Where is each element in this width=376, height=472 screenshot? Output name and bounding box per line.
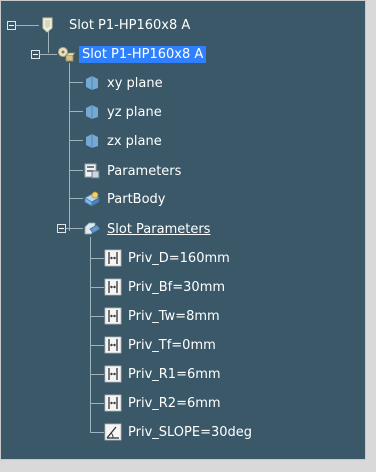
tree-line xyxy=(90,403,104,404)
plane-icon xyxy=(83,74,101,92)
tree-node-label: zx plane xyxy=(107,133,162,149)
tree-node-priv-r1[interactable]: Priv_R1=6mm xyxy=(104,363,221,385)
tree-node-label: Parameters xyxy=(107,163,182,179)
plane-icon xyxy=(83,132,101,150)
length-parameter-icon xyxy=(104,307,122,325)
collapse-toggle-part[interactable] xyxy=(31,50,40,59)
tree-node-zx-plane[interactable]: zx plane xyxy=(83,130,162,152)
tree-node-partbody[interactable]: PartBody xyxy=(83,188,165,210)
tree-node-label: Priv_Bf=30mm xyxy=(128,279,226,295)
tree-node-label: Slot P1-HP160x8 A xyxy=(69,17,191,33)
tree-node-priv-slope[interactable]: Priv_SLOPE=30deg xyxy=(104,421,252,443)
partbody-icon xyxy=(83,190,101,208)
specification-tree: Slot P1-HP160x8 A Slot P1-HP160x8 A xy p… xyxy=(1,1,365,459)
tree-node-label: Priv_Tf=0mm xyxy=(128,337,216,353)
tree-line xyxy=(69,63,70,231)
tree-node-label: Priv_R2=6mm xyxy=(128,395,221,411)
tree-node-label: Priv_D=160mm xyxy=(128,250,230,266)
tree-line xyxy=(69,198,83,199)
product-gear-icon xyxy=(57,45,75,63)
tree-line xyxy=(15,25,39,26)
tree-line xyxy=(69,170,83,171)
part-icon xyxy=(39,16,57,34)
length-parameter-icon xyxy=(104,365,122,383)
plane-icon xyxy=(83,103,101,121)
tree-line xyxy=(69,111,83,112)
tree-line xyxy=(90,374,104,375)
parameters-icon xyxy=(83,162,101,180)
tree-node-xy-plane[interactable]: xy plane xyxy=(83,72,163,94)
collapse-toggle-root[interactable] xyxy=(7,21,16,30)
collapse-toggle-slot-parameters[interactable] xyxy=(57,224,66,233)
tree-node-part[interactable]: Slot P1-HP160x8 A xyxy=(57,43,207,65)
tree-node-label: Slot P1-HP160x8 A xyxy=(79,45,207,63)
tree-node-label: PartBody xyxy=(107,191,166,207)
tree-node-priv-bf[interactable]: Priv_Bf=30mm xyxy=(104,276,225,298)
tree-line xyxy=(90,345,104,346)
tree-line xyxy=(90,432,104,433)
tree-line xyxy=(90,287,104,288)
length-parameter-icon xyxy=(104,394,122,412)
tree-line xyxy=(39,54,57,55)
tree-node-priv-d[interactable]: Priv_D=160mm xyxy=(104,247,230,269)
tree-line xyxy=(69,82,83,83)
tree-node-label: Priv_R1=6mm xyxy=(128,366,221,382)
specification-tree-viewport: Slot P1-HP160x8 A Slot P1-HP160x8 A xy p… xyxy=(0,0,366,460)
tree-node-priv-tf[interactable]: Priv_Tf=0mm xyxy=(104,334,216,356)
angle-parameter-icon xyxy=(104,423,122,441)
tree-line xyxy=(90,258,104,259)
tree-node-label: Slot Parameters xyxy=(107,221,211,237)
tree-line xyxy=(90,316,104,317)
tree-node-priv-r2[interactable]: Priv_R2=6mm xyxy=(104,392,221,414)
length-parameter-icon xyxy=(104,249,122,267)
tree-node-label: Priv_Tw=8mm xyxy=(128,308,220,324)
tree-node-slot-parameters[interactable]: Slot Parameters xyxy=(83,218,210,240)
tree-line xyxy=(69,140,83,141)
tree-node-label: yz plane xyxy=(107,104,162,120)
tree-node-label: Priv_SLOPE=30deg xyxy=(128,424,253,440)
length-parameter-icon xyxy=(104,336,122,354)
tree-node-yz-plane[interactable]: yz plane xyxy=(83,101,162,123)
tree-node-root[interactable]: Slot P1-HP160x8 A xyxy=(39,14,190,36)
tree-node-label: xy plane xyxy=(107,75,163,91)
tree-node-parameters[interactable]: Parameters xyxy=(83,160,181,182)
tree-node-priv-tw[interactable]: Priv_Tw=8mm xyxy=(104,305,220,327)
length-parameter-icon xyxy=(104,278,122,296)
slot-parameters-icon xyxy=(83,220,101,238)
